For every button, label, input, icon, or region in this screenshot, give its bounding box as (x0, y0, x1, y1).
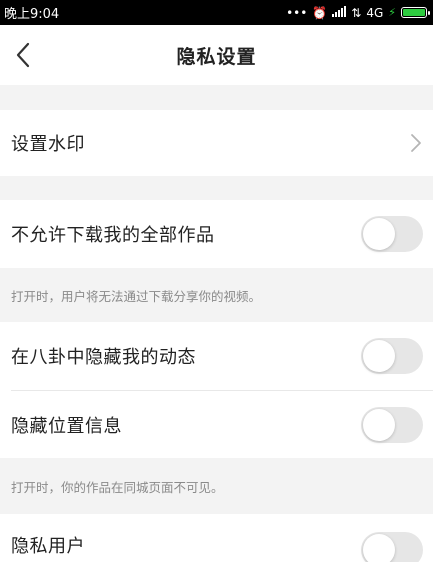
hide-location-label: 隐藏位置信息 (11, 415, 122, 437)
toggle-knob (363, 408, 395, 441)
back-button[interactable] (10, 39, 38, 71)
location-hint: 打开时，你的作品在同城页面不可见。 (0, 458, 433, 514)
disable-download-label: 不允许下载我的全部作品 (11, 225, 215, 246)
chevron-right-icon (411, 134, 421, 152)
section-gap (0, 176, 433, 200)
network-type: 4G (366, 5, 384, 20)
toggle-knob (363, 218, 395, 250)
watermark-row[interactable]: 设置水印 (0, 110, 433, 176)
private-user-label: 隐私用户 (11, 536, 85, 557)
download-hint: 打开时，用户将无法通过下载分享你的视频。 (0, 268, 433, 322)
page-title: 隐私设置 (176, 45, 257, 68)
chevron-left-icon (16, 42, 30, 68)
more-dots-icon: ••• (286, 5, 308, 20)
status-time: 晚上9:04 (4, 7, 60, 22)
status-bar: 晚上9:04 ••• ⏰ ⇅ 4G ⚡ (0, 0, 433, 25)
hide-gossip-toggle[interactable] (361, 338, 423, 374)
hide-location-toggle[interactable] (361, 406, 423, 443)
disable-download-row: 不允许下载我的全部作品 (0, 200, 433, 268)
nav-bar: 隐私设置 (0, 25, 433, 85)
disable-download-toggle[interactable] (361, 216, 423, 252)
private-user-toggle[interactable] (361, 532, 423, 562)
charging-icon: ⚡ (388, 6, 396, 19)
hide-gossip-row: 在八卦中隐藏我的动态 (0, 322, 433, 390)
alarm-icon: ⏰ (312, 5, 328, 20)
section-gap (0, 85, 433, 110)
signal-icon (332, 6, 347, 19)
data-transfer-icon: ⇅ (351, 5, 362, 20)
toggle-knob (363, 534, 395, 562)
hide-gossip-label: 在八卦中隐藏我的动态 (11, 347, 196, 368)
watermark-label: 设置水印 (11, 134, 85, 155)
battery-icon (401, 7, 430, 18)
toggle-knob (363, 340, 395, 372)
hide-location-row: 隐藏位置信息 (0, 391, 433, 458)
status-icons: ••• ⏰ ⇅ 4G ⚡ (286, 5, 430, 20)
private-user-row: 隐私用户 (0, 514, 433, 562)
